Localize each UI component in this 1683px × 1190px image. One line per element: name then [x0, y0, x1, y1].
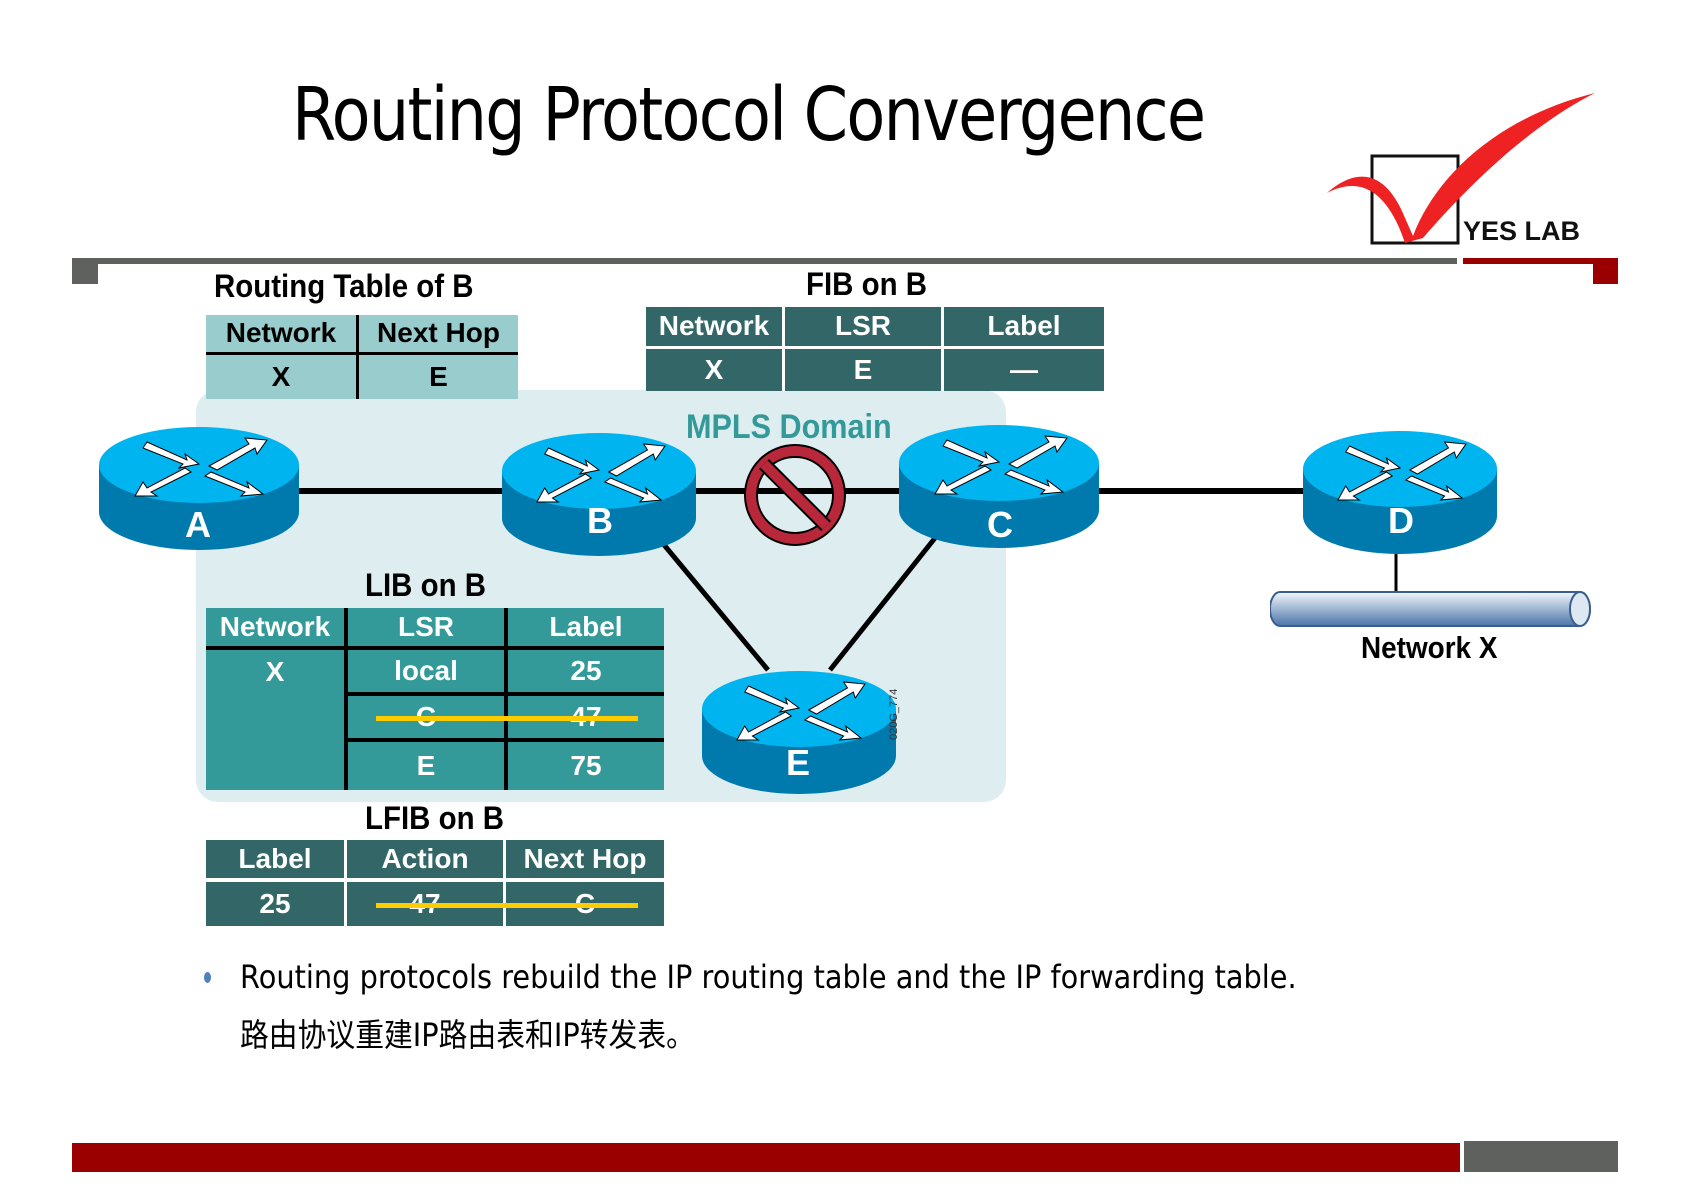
- bullet-dot: [204, 972, 211, 983]
- lfib-cell-label: 25: [206, 880, 347, 926]
- router-b[interactable]: B: [501, 426, 698, 557]
- router-c[interactable]: C: [898, 418, 1102, 549]
- lib-table: Network LSR Label X local 25 C 47 E 75: [206, 608, 664, 790]
- lfib-header-nexthop: Next Hop: [504, 840, 664, 882]
- router-c-label: C: [987, 504, 1013, 545]
- lfib-title: LFIB on B: [365, 800, 504, 836]
- router-a-label: A: [185, 504, 211, 545]
- figure-id: 020G_774: [888, 688, 900, 740]
- router-d[interactable]: D: [1302, 424, 1499, 555]
- router-e[interactable]: E: [701, 664, 898, 795]
- link-c-e: [828, 536, 937, 672]
- network-x-segment-icon: [1270, 591, 1591, 627]
- network-x-label: Network X: [1361, 630, 1498, 665]
- bullet-text-zh: 路由协议重建IP路由表和IP转发表。: [240, 1016, 695, 1054]
- router-d-label: D: [1388, 500, 1414, 541]
- lfib-header-label: Label: [206, 840, 347, 882]
- router-b-label: B: [587, 500, 613, 541]
- lfib-table: Label Action Next Hop 25 47 C: [206, 840, 664, 926]
- lib-cell-network: X: [206, 648, 348, 790]
- lfib-strike-line: [376, 903, 638, 908]
- prohibited-link-icon: [744, 444, 846, 546]
- lib-strike-line: [376, 716, 638, 721]
- link-b-e: [658, 538, 770, 672]
- router-e-label: E: [785, 742, 810, 783]
- lib-cell-label: 75: [506, 740, 664, 790]
- lib-header-lsr: LSR: [346, 608, 508, 650]
- lib-title: LIB on B: [365, 567, 487, 603]
- bottom-red-bar: [72, 1143, 1460, 1172]
- bottom-gray-bar: [1464, 1141, 1618, 1172]
- lib-header-network: Network: [206, 608, 348, 650]
- lib-cell-lsr: local: [346, 648, 508, 696]
- lfib-header-action: Action: [345, 840, 506, 882]
- lib-cell-lsr: E: [346, 740, 508, 790]
- lib-cell-label: 25: [506, 648, 664, 696]
- router-a[interactable]: A: [98, 420, 300, 551]
- lib-header-label: Label: [506, 608, 664, 650]
- bullet-text-en: Routing protocols rebuild the IP routing…: [240, 958, 1297, 996]
